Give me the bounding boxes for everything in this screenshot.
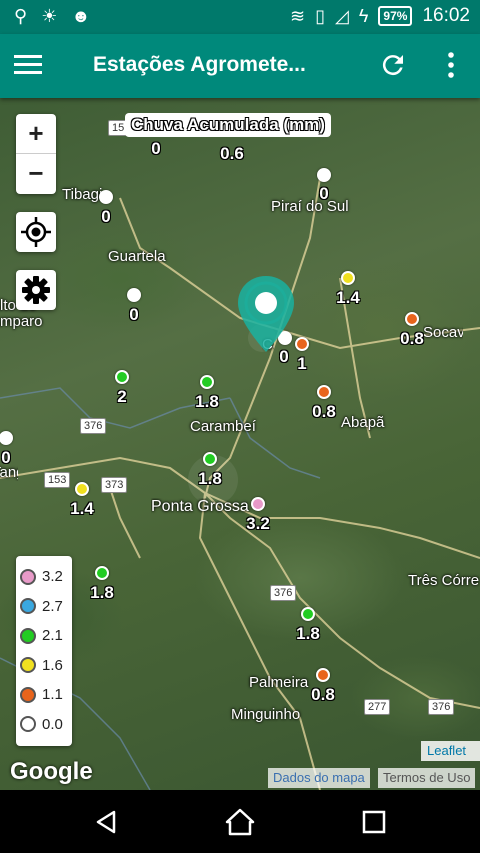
back-icon[interactable]	[92, 808, 120, 836]
station-marker[interactable]	[95, 566, 109, 580]
station-marker[interactable]	[203, 452, 217, 466]
station-value: 0	[129, 305, 139, 324]
navigation-bar	[0, 790, 480, 853]
place-label: Abapã	[341, 414, 385, 431]
crosshair-icon	[21, 217, 51, 247]
map[interactable]: Piraí do Sul Tibagi Guartela Castro Cara…	[0, 98, 480, 790]
road-shield: 376	[270, 585, 297, 601]
zoom-in-button[interactable]: +	[16, 114, 56, 154]
road-shield: 376	[80, 418, 107, 434]
road-shield: 373	[101, 477, 128, 493]
leaflet-link[interactable]: Leaflet	[421, 741, 480, 761]
refresh-icon[interactable]	[378, 50, 408, 80]
place-label: Tibagi	[62, 186, 103, 203]
place-label: Piraí do Sul	[271, 198, 349, 215]
station-marker[interactable]	[99, 190, 113, 204]
place-label: Três Córre	[408, 572, 480, 589]
app-bar: Estações Agromete...	[0, 34, 480, 98]
zoom-control: + −	[16, 114, 56, 194]
clock: 16:02	[422, 5, 470, 26]
road-shield: 153	[44, 472, 71, 488]
road-shield: 277	[364, 699, 391, 715]
station-value: 0	[101, 207, 111, 226]
legend-item: 2.1	[20, 621, 68, 651]
station-value: 0.6	[220, 144, 244, 163]
station-marker[interactable]	[251, 497, 265, 511]
sim-icon: ▯	[315, 5, 326, 26]
place-label: Minguinho	[231, 706, 301, 723]
station-marker[interactable]	[115, 370, 129, 384]
station-value: 1.8	[296, 624, 320, 643]
station-marker[interactable]	[405, 312, 419, 326]
more-options-icon[interactable]	[444, 50, 458, 80]
usb-icon: ⚲	[14, 6, 28, 26]
page-title: Estações Agromete...	[93, 53, 306, 76]
station-value: 1	[297, 354, 307, 373]
station-value: 1.8	[90, 583, 114, 602]
location-pin-icon[interactable]	[234, 272, 298, 356]
station-value: 0.8	[400, 329, 424, 348]
wifi-icon: ≋	[290, 5, 306, 26]
place-label: Palmeira	[249, 674, 309, 691]
station-value: 1.8	[198, 469, 222, 488]
legend-item: 1.6	[20, 651, 68, 681]
station-value: 0	[319, 184, 329, 203]
terms-link[interactable]: Termos de Uso	[378, 768, 476, 788]
station-value: 1.4	[336, 288, 360, 307]
station-value: 0	[1, 448, 11, 467]
place-label: Ponta Grossa	[151, 498, 249, 515]
place-label: Guartela	[108, 248, 166, 265]
station-value: 0.8	[312, 402, 336, 421]
station-marker[interactable]	[317, 385, 331, 399]
legend-item: 1.1	[20, 680, 68, 710]
station-value: 0.8	[311, 685, 335, 704]
menu-icon[interactable]	[14, 52, 42, 80]
station-value: 3.2	[246, 514, 270, 533]
station-marker[interactable]	[341, 271, 355, 285]
station-marker[interactable]	[127, 288, 141, 302]
station-value: 2	[117, 387, 127, 406]
battery-icon: 97%	[378, 6, 413, 26]
legend-item: 2.7	[20, 592, 68, 622]
android-icon: ☻	[71, 6, 91, 26]
station-value: 1.8	[195, 392, 219, 411]
station-marker[interactable]	[316, 668, 330, 682]
bulb-icon: ☀	[41, 6, 58, 26]
place-label: Carambeí	[190, 418, 256, 435]
station-marker[interactable]	[301, 607, 315, 621]
station-value: 1.4	[70, 499, 94, 518]
legend: 3.2 2.7 2.1 1.6 1.1 0.0	[16, 556, 72, 746]
station-value: 0	[151, 139, 161, 158]
zoom-out-button[interactable]: −	[16, 154, 56, 194]
legend-item: 3.2	[20, 562, 68, 592]
gear-icon	[22, 276, 50, 304]
map-title: Chuva Acumulada (mm)	[125, 113, 331, 137]
home-icon[interactable]	[224, 807, 256, 837]
station-marker[interactable]	[75, 482, 89, 496]
road-shield: 376	[428, 699, 455, 715]
signal-icon: ◿	[335, 5, 349, 26]
charging-icon: ϟ	[358, 5, 369, 26]
station-marker[interactable]	[200, 375, 214, 389]
google-logo: Google	[10, 758, 93, 785]
map-data-link[interactable]: Dados do mapa	[268, 768, 370, 788]
status-bar: ⚲ ☀ ☻ ≋ ▯ ◿ ϟ 97% 16:02	[0, 0, 480, 34]
recents-icon[interactable]	[361, 809, 387, 835]
place-label: Socavão	[423, 324, 463, 341]
legend-item: 0.0	[20, 710, 68, 740]
settings-button[interactable]	[16, 270, 56, 310]
locate-button[interactable]	[16, 212, 56, 252]
station-marker[interactable]	[317, 168, 331, 182]
